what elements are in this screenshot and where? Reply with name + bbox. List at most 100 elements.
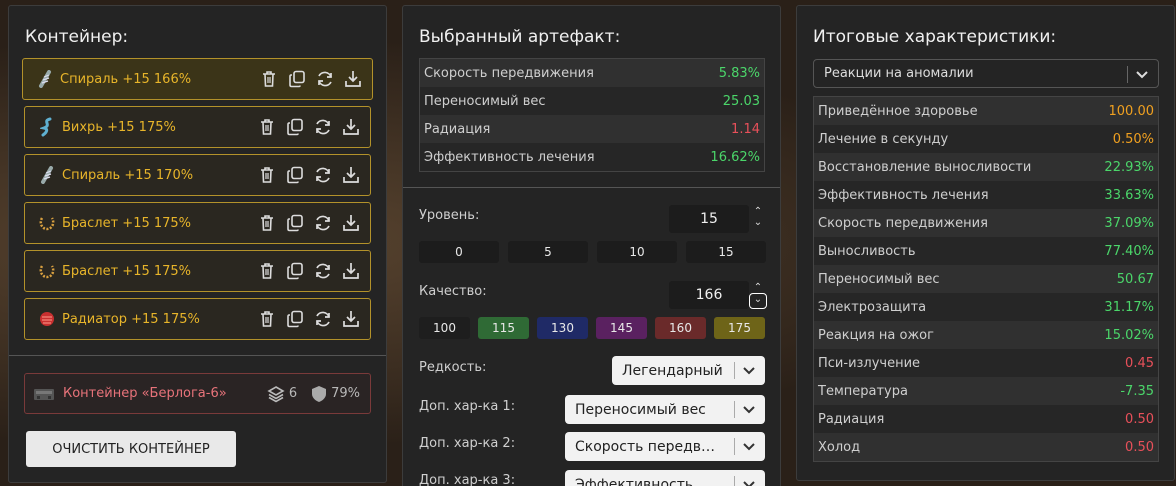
trash-icon[interactable] <box>257 214 276 233</box>
stat-row: Скорость передвижения 5.83% <box>420 59 764 87</box>
level-preset-button[interactable]: 0 <box>419 241 499 263</box>
quality-input[interactable]: 166 <box>669 281 749 309</box>
container-item[interactable]: Браслет +15 175% <box>24 202 371 244</box>
quality-label: Качество: <box>419 284 487 299</box>
level-preset-button[interactable]: 15 <box>686 241 766 263</box>
download-icon[interactable] <box>341 262 360 281</box>
stat-value: 0.50 <box>1125 411 1154 427</box>
stat-value: 0.50 <box>1125 439 1154 455</box>
extra1-value: Переносимый вес <box>575 401 706 418</box>
container-item[interactable]: Спираль +15 170% <box>24 154 371 196</box>
container-title: Контейнер: <box>25 27 129 47</box>
bracelet-icon <box>37 261 57 281</box>
refresh-icon[interactable] <box>313 166 332 185</box>
totals-stats-table: Приведённое здоровье 100.00 Лечение в сек… <box>813 96 1159 462</box>
refresh-icon[interactable] <box>313 310 332 329</box>
clear-container-button[interactable]: ОЧИСТИТЬ КОНТЕЙНЕР <box>26 431 236 467</box>
copy-icon[interactable] <box>285 166 304 185</box>
download-icon[interactable] <box>341 310 360 329</box>
container-item-label: Браслет +15 175% <box>62 263 192 279</box>
filter-select[interactable]: Реакции на аномалии <box>813 59 1159 88</box>
refresh-icon[interactable] <box>313 262 332 281</box>
stat-name: Радиация <box>424 121 491 137</box>
stat-row: Переносимый вес 25.03 <box>420 87 764 115</box>
copy-icon[interactable] <box>287 70 306 89</box>
chevron-down-icon[interactable]: ⌄ <box>749 293 767 309</box>
trash-icon[interactable] <box>257 262 276 281</box>
quality-preset-button[interactable]: 160 <box>655 317 706 339</box>
stat-name: Восстановление выносливости <box>818 159 1032 175</box>
copy-icon[interactable] <box>285 310 304 329</box>
chevron-up-icon[interactable]: ⌃ <box>751 206 765 217</box>
refresh-icon[interactable] <box>315 70 334 89</box>
extra2-select[interactable]: Скорость передви... <box>565 432 765 461</box>
chevron-down-icon <box>1134 65 1150 87</box>
stat-row: Реакция на ожог 15.02% <box>814 321 1158 349</box>
container-item[interactable]: Спираль +15 166% <box>22 58 373 100</box>
extra1-select[interactable]: Переносимый вес <box>565 395 765 424</box>
quality-preset-button[interactable]: 175 <box>714 317 765 339</box>
container-item[interactable]: Радиатор +15 175% <box>24 298 371 340</box>
copy-icon[interactable] <box>285 118 304 137</box>
copy-icon[interactable] <box>285 214 304 233</box>
stat-row: Восстановление выносливости 22.93% <box>814 153 1158 181</box>
quality-preset-button[interactable]: 145 <box>596 317 647 339</box>
quality-preset-button[interactable]: 115 <box>478 317 529 339</box>
refresh-icon[interactable] <box>313 214 332 233</box>
stat-row: Скорость передвижения 37.09% <box>814 209 1158 237</box>
download-icon[interactable] <box>341 214 360 233</box>
level-input[interactable]: 15 <box>669 205 749 233</box>
stat-name: Приведённое здоровье <box>818 103 978 119</box>
stat-name: Эффективность лечения <box>424 149 595 165</box>
stat-value: 0.50% <box>1112 131 1154 147</box>
refresh-icon[interactable] <box>313 118 332 137</box>
extra1-label: Доп. хар-ка 1: <box>419 399 516 414</box>
artifact-stats-table: Скорость передвижения 5.83% Переносимый в… <box>419 58 765 172</box>
chevron-down-icon <box>741 437 757 459</box>
container-item-label: Браслет +15 175% <box>62 215 192 231</box>
download-icon[interactable] <box>343 70 362 89</box>
stat-value: 0.45 <box>1125 355 1154 371</box>
container-panel: Контейнер: Спираль +15 166% Вихрь +15 17… <box>8 5 387 483</box>
extra2-value: Скорость передви... <box>575 438 715 455</box>
divider <box>403 187 780 188</box>
stat-value: 1.14 <box>731 121 760 137</box>
quality-preset-button[interactable]: 100 <box>419 317 470 339</box>
container-item-label: Спираль +15 166% <box>60 71 192 87</box>
download-icon[interactable] <box>341 166 360 185</box>
stat-row: Лечение в секунду 0.50% <box>814 125 1158 153</box>
download-icon[interactable] <box>341 118 360 137</box>
trash-icon[interactable] <box>257 166 276 185</box>
chevron-down-icon[interactable]: ⌄ <box>751 217 765 228</box>
extra3-select[interactable]: Эффективность ле... <box>565 470 765 486</box>
stat-row: Электрозащита 31.17% <box>814 293 1158 321</box>
rarity-value: Легендарный <box>622 362 723 379</box>
chevron-up-icon[interactable]: ⌃ <box>749 282 767 293</box>
level-preset-button[interactable]: 5 <box>508 241 588 263</box>
totals-panel: Итоговые характеристики: Реакции на аном… <box>796 5 1175 481</box>
stat-value: 22.93% <box>1104 159 1154 175</box>
container-info[interactable]: Контейнер «Берлога-6» 6 79% <box>24 373 371 414</box>
copy-icon[interactable] <box>285 262 304 281</box>
quality-stepper[interactable]: ⌃ ⌄ <box>749 282 767 309</box>
quality-preset-button[interactable]: 130 <box>537 317 588 339</box>
totals-title: Итоговые характеристики: <box>813 27 1057 47</box>
container-label: Контейнер «Берлога-6» <box>63 386 227 401</box>
stat-row: Эффективность лечения 16.62% <box>420 143 764 171</box>
stat-name: Выносливость <box>818 243 916 259</box>
stat-value: 31.17% <box>1104 299 1154 315</box>
trash-icon[interactable] <box>257 310 276 329</box>
trash-icon[interactable] <box>257 118 276 137</box>
container-item[interactable]: Вихрь +15 175% <box>24 106 371 148</box>
extra3-label: Доп. хар-ка 3: <box>419 473 516 486</box>
radiator-icon <box>37 309 57 329</box>
level-preset-button[interactable]: 10 <box>597 241 677 263</box>
stat-row: Приведённое здоровье 100.00 <box>814 97 1158 125</box>
trash-icon[interactable] <box>259 70 278 89</box>
level-stepper[interactable]: ⌃ ⌄ <box>751 206 765 228</box>
container-item[interactable]: Браслет +15 175% <box>24 250 371 292</box>
stat-value: 5.83% <box>718 65 760 81</box>
stat-name: Холод <box>818 439 861 455</box>
stat-row: Эффективность лечения 33.63% <box>814 181 1158 209</box>
rarity-select[interactable]: Легендарный <box>612 356 765 385</box>
